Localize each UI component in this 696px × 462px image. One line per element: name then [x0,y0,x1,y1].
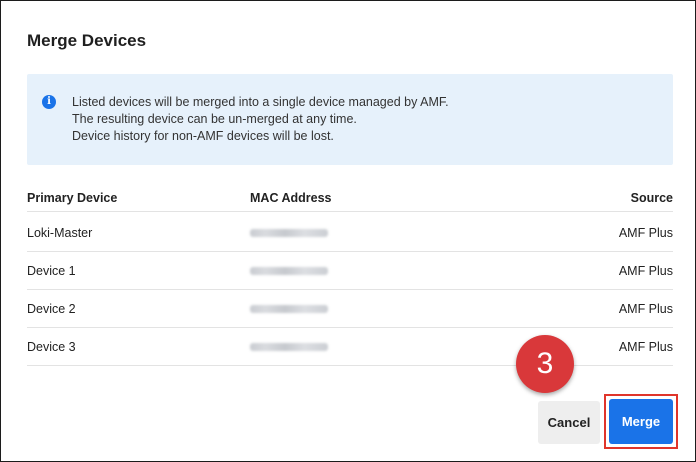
info-icon: i [42,95,56,109]
info-message: Listed devices will be merged into a sin… [72,94,449,145]
step-number-badge: 3 [516,335,574,393]
merge-devices-dialog: Merge Devices i Listed devices will be m… [0,0,696,462]
mac-address-redacted [250,252,328,289]
mac-address-redacted [250,328,328,365]
device-source: AMF Plus [618,339,673,354]
cancel-button[interactable]: Cancel [538,401,600,444]
device-source: AMF Plus [618,301,673,316]
info-line: The resulting device can be un-merged at… [72,112,357,126]
table-row: Device 2 AMF Plus [27,290,673,328]
info-banner: i Listed devices will be merged into a s… [27,74,673,165]
table-header: Primary Device MAC Address Source [27,185,673,212]
mac-address-redacted [250,214,328,251]
device-name: Device 3 [27,339,76,354]
info-line: Device history for non-AMF devices will … [72,129,334,143]
table-row: Device 1 AMF Plus [27,252,673,290]
device-source: AMF Plus [618,263,673,278]
device-name: Device 1 [27,263,76,278]
merge-button[interactable]: Merge [609,399,673,444]
mac-address-redacted [250,290,328,327]
column-header-source: Source [630,191,673,205]
column-header-mac-address: MAC Address [250,191,332,205]
table-row: Loki-Master AMF Plus [27,214,673,252]
device-source: AMF Plus [618,225,673,240]
device-name: Loki-Master [27,225,93,240]
device-name: Device 2 [27,301,76,316]
column-header-primary-device: Primary Device [27,191,118,205]
dialog-title: Merge Devices [27,31,147,50]
table-row: Device 3 AMF Plus [27,328,673,366]
info-line: Listed devices will be merged into a sin… [72,95,449,109]
